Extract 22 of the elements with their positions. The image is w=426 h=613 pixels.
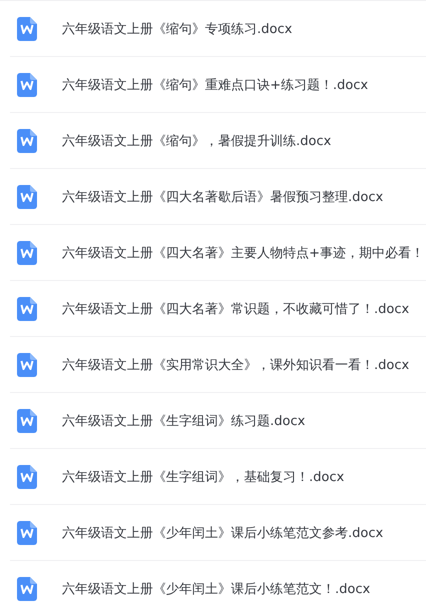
file-name[interactable]: 六年级语文上册《缩句》重难点口诀+练习题！.docx: [62, 76, 368, 94]
word-document-icon: [17, 128, 37, 152]
file-name[interactable]: 六年级语文上册《缩句》，暑假提升训练.docx: [62, 132, 332, 150]
word-document-icon: [17, 352, 37, 376]
word-document-icon: [17, 520, 37, 544]
word-document-icon: [17, 408, 37, 432]
file-name[interactable]: 六年级语文上册《生字组词》，基础复习！.docx: [62, 468, 344, 486]
word-document-icon: [17, 16, 37, 40]
word-document-icon: [17, 296, 37, 320]
file-name[interactable]: 六年级语文上册《实用常识大全》，课外知识看一看！.docx: [62, 356, 410, 374]
file-name[interactable]: 六年级语文上册《生字组词》练习题.docx: [62, 412, 306, 430]
word-document-icon: [17, 464, 37, 488]
file-name[interactable]: 六年级语文上册《四大名著》主要人物特点+事迹，期中必看！: [62, 244, 424, 262]
word-document-icon: [17, 240, 37, 264]
file-name[interactable]: 六年级语文上册《缩句》专项练习.docx: [62, 20, 292, 38]
word-document-icon: [17, 72, 37, 96]
word-document-icon: [17, 184, 37, 208]
file-name[interactable]: 六年级语文上册《少年闰土》课后小练笔范文！.docx: [62, 580, 370, 598]
file-name[interactable]: 六年级语文上册《少年闰土》课后小练笔范文参考.docx: [62, 524, 384, 542]
file-name[interactable]: 六年级语文上册《四大名著歇后语》暑假预习整理.docx: [62, 188, 384, 206]
file-name[interactable]: 六年级语文上册《四大名著》常识题，不收藏可惜了！.docx: [62, 300, 410, 318]
word-document-icon: [17, 576, 37, 600]
